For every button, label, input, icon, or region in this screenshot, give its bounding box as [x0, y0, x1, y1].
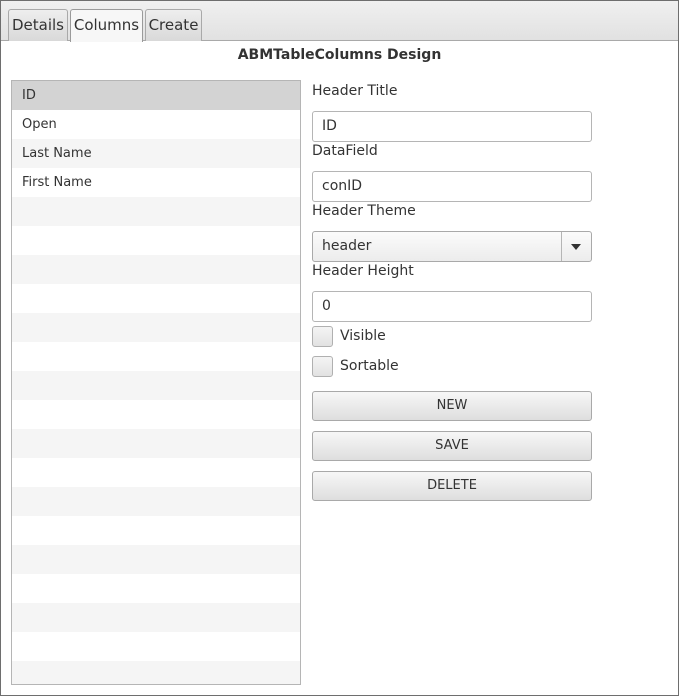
tab-bar: Details Columns Create — [1, 1, 678, 42]
empty-row — [12, 197, 300, 226]
header-title-label: Header Title — [312, 83, 398, 99]
empty-row — [12, 400, 300, 429]
empty-row — [12, 429, 300, 458]
sortable-checkbox[interactable] — [312, 356, 333, 377]
empty-row — [12, 632, 300, 661]
empty-row — [12, 458, 300, 487]
delete-button[interactable]: DELETE — [312, 471, 592, 501]
empty-row — [12, 661, 300, 684]
header-theme-value: header — [322, 238, 372, 254]
save-button[interactable]: SAVE — [312, 431, 592, 461]
new-button[interactable]: NEW — [312, 391, 592, 421]
list-item-label: Last Name — [22, 146, 92, 161]
empty-row — [12, 255, 300, 284]
datafield-input[interactable]: conID — [312, 171, 592, 202]
empty-row — [12, 342, 300, 371]
empty-row — [12, 545, 300, 574]
columns-list[interactable]: ID Open Last Name First Name — [11, 80, 301, 685]
empty-row — [12, 516, 300, 545]
empty-row — [12, 371, 300, 400]
list-item-label: ID — [22, 88, 36, 103]
empty-row — [12, 226, 300, 255]
list-item[interactable]: Open — [12, 110, 300, 139]
page-title: ABMTableColumns Design — [237, 47, 442, 63]
header-height-label: Header Height — [312, 263, 414, 279]
datafield-label: DataField — [312, 143, 378, 159]
tab-columns[interactable]: Columns — [70, 9, 143, 42]
chevron-down-icon[interactable] — [561, 232, 591, 261]
header-theme-select[interactable]: header — [312, 231, 592, 262]
header-height-input[interactable]: 0 — [312, 291, 592, 322]
empty-row — [12, 313, 300, 342]
sortable-label: Sortable — [340, 358, 399, 374]
empty-row — [12, 603, 300, 632]
empty-row — [12, 284, 300, 313]
header-theme-label: Header Theme — [312, 203, 416, 219]
list-item[interactable]: First Name — [12, 168, 300, 197]
header-title-input[interactable]: ID — [312, 111, 592, 142]
list-item-label: Open — [22, 117, 57, 132]
visible-label: Visible — [340, 328, 386, 344]
list-item[interactable]: ID — [12, 81, 300, 110]
list-item-label: First Name — [22, 175, 92, 190]
empty-row — [12, 487, 300, 516]
visible-checkbox[interactable] — [312, 326, 333, 347]
list-item[interactable]: Last Name — [12, 139, 300, 168]
tab-create[interactable]: Create — [145, 9, 202, 41]
empty-row — [12, 574, 300, 603]
window: Details Columns Create ABMTableColumns D… — [0, 0, 679, 696]
tab-details[interactable]: Details — [8, 9, 68, 41]
